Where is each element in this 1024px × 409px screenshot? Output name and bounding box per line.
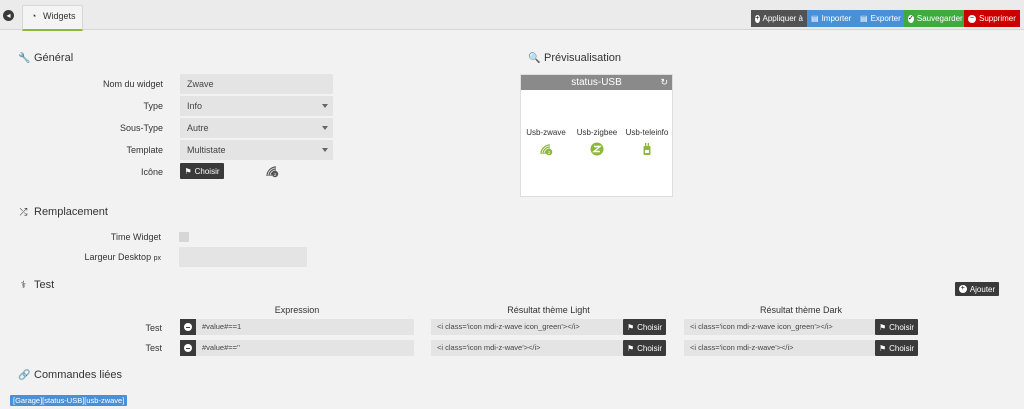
widget-name-input[interactable]: Zwave: [180, 74, 333, 94]
remove-test-button[interactable]: [180, 340, 196, 356]
flag-icon: ⚑: [878, 343, 887, 353]
choose-light-icon-button[interactable]: ⚑ Choisir: [623, 340, 666, 356]
time-widget-checkbox[interactable]: [179, 232, 189, 242]
column-light-header: Résultat thème Light: [507, 305, 590, 315]
template-label: Template: [126, 145, 163, 155]
column-dark-header: Résultat thème Dark: [759, 305, 843, 315]
minus-circle-icon: −: [968, 14, 976, 23]
file-import-icon: ▤: [811, 14, 819, 23]
zwave-icon: z: [540, 144, 553, 156]
teleinfo-icon: [643, 143, 651, 155]
export-button[interactable]: ▤ Exporter: [856, 10, 904, 27]
subtype-select[interactable]: Autre: [180, 118, 333, 138]
plus-circle-icon: +: [958, 285, 967, 293]
flag-icon: ⚑: [184, 166, 192, 176]
tab-label: Widgets: [43, 11, 76, 21]
test-dark-input[interactable]: <i class='icon mdi-z-wave icon_green'></…: [684, 319, 875, 335]
flag-icon: ⚑: [626, 343, 635, 353]
remove-test-button[interactable]: [180, 319, 196, 335]
choose-icon-button[interactable]: ⚑ Choisir: [180, 163, 224, 179]
test-row-label: Test: [145, 323, 162, 333]
test-dark-input[interactable]: <i class='icon mdi-z-wave'></i>: [684, 340, 875, 356]
column-expression-header: Expression: [274, 305, 320, 315]
template-select[interactable]: Multistate: [180, 140, 333, 160]
preview-item-label: Usb-teleinfo: [625, 128, 669, 137]
icon-label: Icône: [140, 167, 163, 177]
check-circle-icon: ✓: [908, 14, 914, 23]
type-select[interactable]: Info: [180, 96, 333, 116]
action-toolbar: + Appliquer à ▤ Importer ▤ Exporter ✓ Sauveg…: [751, 10, 1020, 27]
section-linked-commands-title: 🔗 Commandes liées: [18, 369, 123, 381]
search-icon: 🔍: [528, 52, 541, 64]
preview-item-label: Usb-zwave: [526, 128, 566, 137]
dashboard-icon: ◔: [31, 11, 37, 21]
width-unit: px: [153, 255, 161, 262]
stethoscope-icon: ⚕: [20, 279, 27, 291]
time-widget-label: Time Widget: [110, 232, 161, 242]
apply-to-button[interactable]: + Appliquer à: [751, 10, 807, 27]
flag-icon: ⚑: [626, 322, 635, 332]
zigbee-icon: [590, 142, 604, 156]
widget-name-label: Nom du widget: [102, 79, 163, 89]
choose-dark-icon-button[interactable]: ⚑ Choisir: [875, 340, 918, 356]
preview-widget-title: status-USB: [571, 77, 622, 88]
type-label: Type: [143, 101, 163, 111]
preview-item: Usb-teleinfo: [622, 128, 672, 158]
add-test-button[interactable]: + Ajouter: [955, 282, 999, 296]
chevron-down-icon: [322, 126, 328, 130]
minus-circle-icon: [184, 344, 192, 352]
test-light-input[interactable]: <i class='icon mdi-z-wave icon_green'></…: [431, 319, 623, 335]
import-button[interactable]: ▤ Importer: [807, 10, 856, 27]
test-expression-input[interactable]: #value#=='': [196, 340, 414, 356]
chevron-down-icon: [322, 148, 328, 152]
preview-item: Usb-zwave z: [521, 128, 571, 158]
section-test-title: ⚕ Test: [18, 279, 54, 291]
test-light-input[interactable]: <i class='icon mdi-z-wave'></i>: [431, 340, 623, 356]
flag-icon: ⚑: [878, 322, 887, 332]
minus-circle-icon: [184, 323, 192, 331]
section-preview-title: 🔍 Prévisualisation: [528, 52, 622, 64]
top-bar: ◂ ◔ Widgets + Appliquer à ▤ Importer ▤ Expor…: [0, 0, 1024, 31]
preview-item-label: Usb-zigbee: [576, 128, 618, 137]
refresh-icon[interactable]: ↻: [660, 75, 668, 90]
choose-dark-icon-button[interactable]: ⚑ Choisir: [875, 319, 918, 335]
widget-preview: status-USB ↻ Usb-zwave z Usb-zigbee Usb-…: [520, 74, 673, 197]
preview-item: Usb-zigbee: [572, 128, 622, 158]
desktop-width-input[interactable]: [179, 247, 307, 267]
back-icon[interactable]: ◂: [3, 10, 14, 21]
link-icon: 🔗: [18, 369, 31, 381]
section-replacement-title: ⤮ Remplacement: [19, 206, 108, 218]
chevron-down-icon: [322, 104, 328, 108]
save-button[interactable]: ✓ Sauvegarder: [904, 10, 964, 27]
desktop-width-label: Largeur Desktop px: [84, 252, 161, 262]
tab-widgets[interactable]: ◔ Widgets: [22, 5, 83, 31]
preview-widget-header: status-USB ↻: [521, 75, 672, 90]
section-general-title: 🔧 Général: [18, 52, 74, 64]
plus-circle-icon: +: [755, 14, 760, 23]
wrench-icon: 🔧: [18, 52, 31, 64]
zwave-icon: z: [266, 166, 279, 178]
linked-command-tag[interactable]: [Garage][status-USB][usb-zwave]: [10, 395, 128, 406]
delete-button[interactable]: − Supprimer: [964, 10, 1020, 27]
subtype-label: Sous-Type: [119, 123, 163, 133]
shuffle-icon: ⤮: [19, 206, 28, 218]
test-row-label: Test: [145, 343, 162, 353]
choose-light-icon-button[interactable]: ⚑ Choisir: [623, 319, 666, 335]
file-export-icon: ▤: [860, 14, 868, 23]
test-expression-input[interactable]: #value#==1: [196, 319, 414, 335]
